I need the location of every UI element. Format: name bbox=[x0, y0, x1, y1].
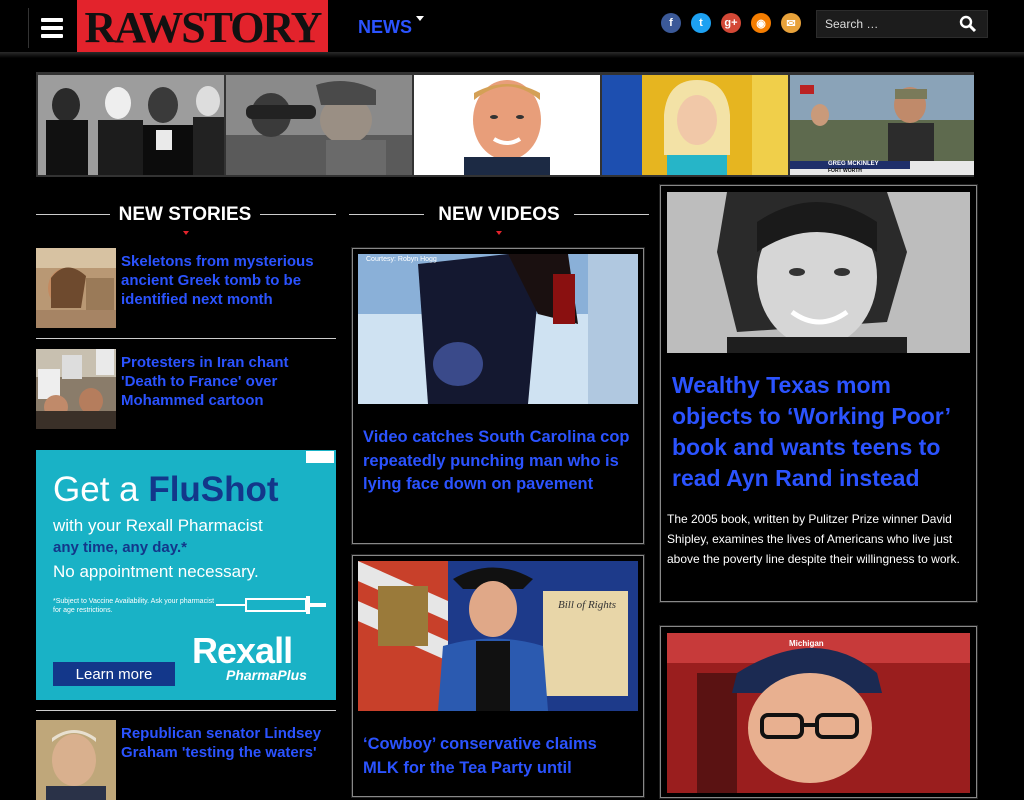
strip-thumb-mlk[interactable] bbox=[38, 75, 224, 175]
ad-subline: with your Rexall Pharmacist bbox=[53, 516, 263, 535]
ad-choices-icon[interactable] bbox=[306, 451, 334, 463]
search-input[interactable] bbox=[825, 11, 950, 37]
cap-text: Michigan bbox=[789, 639, 824, 648]
story-item[interactable]: Protesters in Iran chant 'Death to Franc… bbox=[36, 349, 336, 429]
syringe-icon bbox=[216, 596, 326, 614]
story-divider bbox=[36, 710, 336, 711]
ad-headline: Get a FluShot bbox=[53, 470, 279, 509]
nav-news-link[interactable]: NEWS bbox=[358, 17, 412, 38]
ad-learn-more-button[interactable]: Learn more bbox=[53, 662, 175, 686]
strip-caption-location: FORT WORTH bbox=[828, 168, 862, 174]
googleplus-icon[interactable]: g+ bbox=[721, 13, 741, 33]
story-thumb[interactable] bbox=[36, 720, 116, 800]
twitter-icon[interactable]: t bbox=[691, 13, 711, 33]
story-item[interactable]: Skeletons from mysterious ancient Greek … bbox=[36, 248, 336, 328]
story-title-link[interactable]: Republican senator Lindsey Graham 'testi… bbox=[121, 724, 336, 762]
video-card[interactable]: Bill of Rights ‘Cowboy’ conservative cla… bbox=[352, 555, 644, 797]
video-credit: Courtesy: Robyn Hogg bbox=[366, 256, 437, 263]
featured-thumb[interactable]: Michigan bbox=[667, 633, 970, 793]
featured-card[interactable]: Michigan bbox=[660, 626, 977, 798]
section-rule bbox=[36, 214, 110, 215]
section-rule bbox=[349, 214, 424, 215]
video-thumb[interactable]: Courtesy: Robyn Hogg bbox=[358, 254, 638, 404]
video-card[interactable]: Courtesy: Robyn Hogg Video catches South… bbox=[352, 248, 644, 544]
caret-icon bbox=[496, 231, 502, 235]
ad-brand-sub: PharmaPlus bbox=[226, 667, 307, 683]
ad-fine-print: *Subject to Vaccine Availability. Ask yo… bbox=[53, 598, 215, 614]
site-logo[interactable]: RAWSTORY bbox=[77, 0, 328, 54]
ad-brand-logo: Rexall bbox=[192, 630, 293, 671]
new-stories-heading: NEW STORIES bbox=[118, 204, 252, 225]
strip-thumb-news[interactable]: GREG MCKINLEY FORT WORTH bbox=[790, 75, 976, 175]
video-title-link[interactable]: ‘Cowboy’ conservative claims MLK for the… bbox=[363, 733, 633, 780]
ad-availability: any time, any day.* bbox=[53, 539, 187, 556]
story-title-link[interactable]: Skeletons from mysterious ancient Greek … bbox=[121, 252, 336, 309]
flushot-ad[interactable]: Get a FluShot with your Rexall Pharmacis… bbox=[36, 450, 336, 700]
story-thumb[interactable] bbox=[36, 349, 116, 429]
story-divider bbox=[36, 338, 336, 339]
video-title-link[interactable]: Video catches South Carolina cop repeate… bbox=[363, 426, 633, 497]
sign-text: Bill of Rights bbox=[558, 599, 617, 611]
featured-excerpt: The 2005 book, written by Pulitzer Prize… bbox=[667, 512, 960, 566]
strip-thumb-politician[interactable] bbox=[414, 75, 600, 175]
story-item[interactable]: Republican senator Lindsey Graham 'testi… bbox=[36, 720, 336, 800]
video-thumb[interactable]: Bill of Rights bbox=[358, 561, 638, 711]
featured-thumb[interactable] bbox=[667, 192, 970, 353]
facebook-icon[interactable]: f bbox=[661, 13, 681, 33]
strip-caption-name: GREG MCKINLEY bbox=[828, 161, 879, 167]
section-rule bbox=[574, 214, 649, 215]
story-thumb[interactable] bbox=[36, 248, 116, 328]
search-box bbox=[816, 10, 988, 38]
new-videos-heading: NEW VIDEOS bbox=[438, 204, 560, 225]
site-header: RAWSTORY NEWS f t g+ ◉ ✉ bbox=[0, 0, 1024, 56]
strip-thumb-anchor[interactable] bbox=[602, 75, 788, 175]
header-shadow bbox=[0, 52, 1024, 58]
section-rule bbox=[260, 214, 336, 215]
hamburger-menu-button[interactable] bbox=[28, 8, 77, 48]
caret-icon bbox=[183, 231, 189, 235]
rss-icon[interactable]: ◉ bbox=[751, 13, 771, 33]
logo-text: RAWSTORY bbox=[84, 2, 323, 52]
chevron-down-icon[interactable] bbox=[416, 16, 424, 21]
story-title-link[interactable]: Protesters in Iran chant 'Death to Franc… bbox=[121, 353, 336, 410]
strip-thumb-sniper[interactable] bbox=[226, 75, 412, 175]
search-icon[interactable] bbox=[959, 15, 977, 33]
email-icon[interactable]: ✉ bbox=[781, 13, 801, 33]
featured-card[interactable]: Wealthy Texas mom objects to ‘Working Po… bbox=[660, 185, 977, 602]
featured-title-link[interactable]: Wealthy Texas mom objects to ‘Working Po… bbox=[672, 370, 967, 494]
ad-no-appointment: No appointment necessary. bbox=[53, 562, 259, 581]
